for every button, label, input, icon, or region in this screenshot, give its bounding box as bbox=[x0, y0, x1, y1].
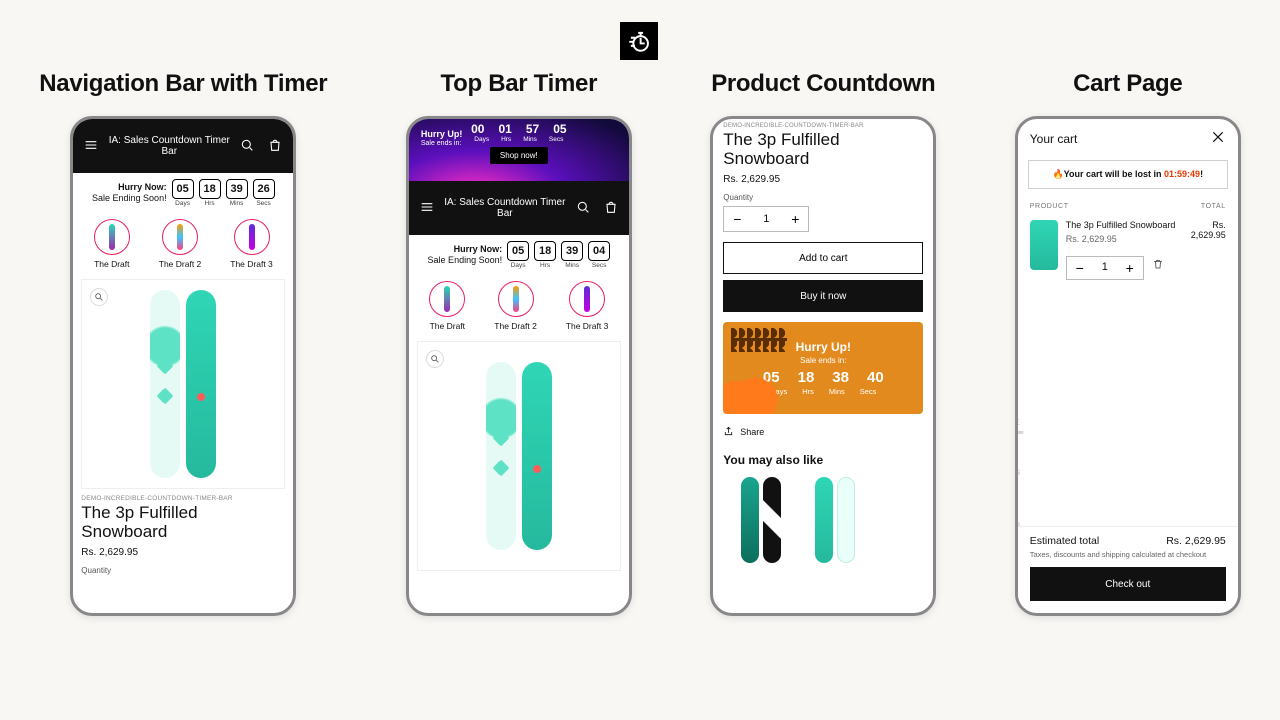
search-icon[interactable] bbox=[575, 199, 591, 218]
qty-minus-button[interactable]: − bbox=[724, 207, 750, 231]
product-price: Rs. 2,629.95 bbox=[723, 174, 923, 185]
tb-mins: 57 bbox=[526, 122, 539, 136]
cart-qty-stepper: − 1 + bbox=[1066, 256, 1144, 280]
mock-phone-product: DEMO-INCREDIBLE-COUNTDOWN-TIMER-BAR The … bbox=[710, 116, 936, 616]
draft-item[interactable]: The Draft 3 bbox=[566, 281, 609, 331]
breadcrumb: DEMO-INCREDIBLE-COUNTDOWN-TIMER-BAR bbox=[81, 495, 285, 502]
banner-secs: 40 bbox=[867, 369, 884, 386]
menu-icon[interactable] bbox=[419, 199, 435, 218]
banner-mins: 38 bbox=[832, 369, 849, 386]
cart-item-thumb[interactable] bbox=[1030, 220, 1058, 270]
add-to-cart-button[interactable]: Add to cart bbox=[723, 242, 923, 274]
draft-row: The Draft The Draft 2 The Draft 3 bbox=[73, 209, 293, 269]
mock-phone-topbar: Hurry Up! Sale ends in: 00 01 57 05 Days… bbox=[406, 116, 632, 616]
quantity-stepper: − 1 + bbox=[723, 206, 809, 232]
topbar-sub: Sale ends in: bbox=[421, 140, 463, 148]
cart-warning: 🔥Your cart will be lost in 01:59:49! bbox=[1028, 160, 1228, 189]
qty-plus-button[interactable]: + bbox=[782, 207, 808, 231]
cart-title: Your cart bbox=[1030, 132, 1078, 146]
timer-mins: 39 bbox=[561, 241, 583, 261]
nav-timer-row: Hurry Now: Sale Ending Soon! 05Days 18Hr… bbox=[409, 235, 629, 271]
product-name: The 3p Fulfilled Snowboard bbox=[723, 131, 923, 168]
cart-item-name: The 3p Fulfilled Snowboard bbox=[1066, 220, 1183, 231]
cart-item-row: The 3p Fulfilled Snowboard Rs. 2,629.95 … bbox=[1018, 214, 1238, 286]
timer-secs: 26 bbox=[253, 179, 275, 199]
search-icon[interactable] bbox=[239, 137, 255, 156]
estimated-total-value: Rs. 2,629.95 bbox=[1166, 535, 1226, 547]
qty-value: 1 bbox=[1093, 261, 1117, 275]
draft-item[interactable]: The Draft bbox=[429, 281, 465, 331]
timer-hrs: 18 bbox=[534, 241, 556, 261]
timer-secs: 04 bbox=[588, 241, 610, 261]
banner-title: Hurry Up! bbox=[796, 340, 851, 354]
mock-phone-cart: Your cart 🔥Your cart will be lost in 01:… bbox=[1015, 116, 1241, 616]
hurry-line1: Hurry Now: bbox=[92, 182, 167, 193]
breadcrumb: DEMO-INCREDIBLE-COUNTDOWN-TIMER-BAR bbox=[723, 123, 923, 129]
product-image[interactable] bbox=[417, 341, 621, 571]
tb-secs: 05 bbox=[553, 122, 566, 136]
qty-value: 1 bbox=[750, 213, 782, 225]
heading-nav-timer: Navigation Bar with Timer bbox=[39, 70, 327, 98]
timer-days: 05 bbox=[507, 241, 529, 261]
timer-days: 05 bbox=[172, 179, 194, 199]
zoom-icon[interactable] bbox=[426, 350, 444, 368]
bag-icon[interactable] bbox=[603, 199, 619, 218]
draft-item[interactable]: The Draft 3 bbox=[230, 219, 273, 269]
recommended-row bbox=[723, 477, 923, 563]
app-title: IA: Sales Countdown Timer Bar bbox=[99, 135, 239, 157]
trash-icon[interactable] bbox=[1152, 258, 1164, 273]
quantity-label: Quantity bbox=[723, 193, 923, 202]
topbar-hurry: Hurry Up! bbox=[421, 129, 463, 140]
menu-icon[interactable] bbox=[83, 137, 99, 156]
product-countdown-banner: Hurry Up! Sale ends in: 05 18 38 40 Days… bbox=[723, 322, 923, 414]
col-product: PRODUCT bbox=[1030, 203, 1069, 210]
close-icon[interactable] bbox=[1210, 129, 1226, 148]
product-image[interactable] bbox=[81, 279, 285, 489]
app-header: IA: Sales Countdown Timer Bar bbox=[409, 181, 629, 235]
heading-cart-page: Cart Page bbox=[1073, 70, 1182, 98]
recommended-item[interactable] bbox=[815, 477, 855, 563]
estimated-total-label: Estimated total bbox=[1030, 535, 1099, 547]
draft-item[interactable]: The Draft 2 bbox=[494, 281, 537, 331]
zoom-icon[interactable] bbox=[90, 288, 108, 306]
buy-now-button[interactable]: Buy it now bbox=[723, 280, 923, 312]
top-bar-timer: Hurry Up! Sale ends in: 00 01 57 05 Days… bbox=[409, 119, 629, 181]
app-header: IA: Sales Countdown Timer Bar bbox=[73, 119, 293, 173]
background-page-ghost: DE T Rs Qu bbox=[1015, 419, 1038, 531]
tb-days: 00 bbox=[471, 122, 484, 136]
timer-hrs: 18 bbox=[199, 179, 221, 199]
qty-plus-button[interactable]: + bbox=[1117, 257, 1143, 279]
banner-sub: Sale ends in: bbox=[800, 356, 846, 365]
recommended-item[interactable] bbox=[741, 477, 781, 563]
nav-timer-row: Hurry Now: Sale Ending Soon! 05Days 18Hr… bbox=[73, 173, 293, 209]
quantity-label: Quantity bbox=[81, 566, 285, 575]
cart-item-total: 2,629.95 bbox=[1191, 230, 1226, 240]
hurry-line2: Sale Ending Soon! bbox=[92, 193, 167, 204]
share-button[interactable]: Share bbox=[723, 426, 923, 437]
heading-product-countdown: Product Countdown bbox=[711, 70, 935, 98]
qty-minus-button[interactable]: − bbox=[1067, 257, 1093, 279]
you-may-also-like: You may also like bbox=[723, 453, 923, 467]
checkout-footer: Estimated total Rs. 2,629.95 Taxes, disc… bbox=[1018, 526, 1238, 613]
tb-hrs: 01 bbox=[498, 122, 511, 136]
tax-note: Taxes, discounts and shipping calculated… bbox=[1030, 550, 1226, 559]
cart-item-price: Rs. 2,629.95 bbox=[1066, 234, 1183, 245]
pumpkin-icon bbox=[723, 370, 781, 414]
timer-mins: 39 bbox=[226, 179, 248, 199]
bag-icon[interactable] bbox=[267, 137, 283, 156]
checkout-button[interactable]: Check out bbox=[1030, 567, 1226, 601]
product-price: Rs. 2,629.95 bbox=[81, 547, 285, 558]
draft-item[interactable]: The Draft 2 bbox=[159, 219, 202, 269]
draft-item[interactable]: The Draft bbox=[94, 219, 130, 269]
app-logo-icon bbox=[620, 22, 658, 60]
mock-phone-nav: IA: Sales Countdown Timer Bar Hurry Now:… bbox=[70, 116, 296, 616]
col-total: TOTAL bbox=[1201, 203, 1226, 210]
shop-now-button[interactable]: Shop now! bbox=[490, 147, 548, 164]
banner-hrs: 18 bbox=[798, 369, 815, 386]
product-name: The 3p Fulfilled Snowboard bbox=[81, 504, 285, 541]
heading-top-timer: Top Bar Timer bbox=[441, 70, 598, 98]
app-title: IA: Sales Countdown Timer Bar bbox=[435, 197, 575, 219]
